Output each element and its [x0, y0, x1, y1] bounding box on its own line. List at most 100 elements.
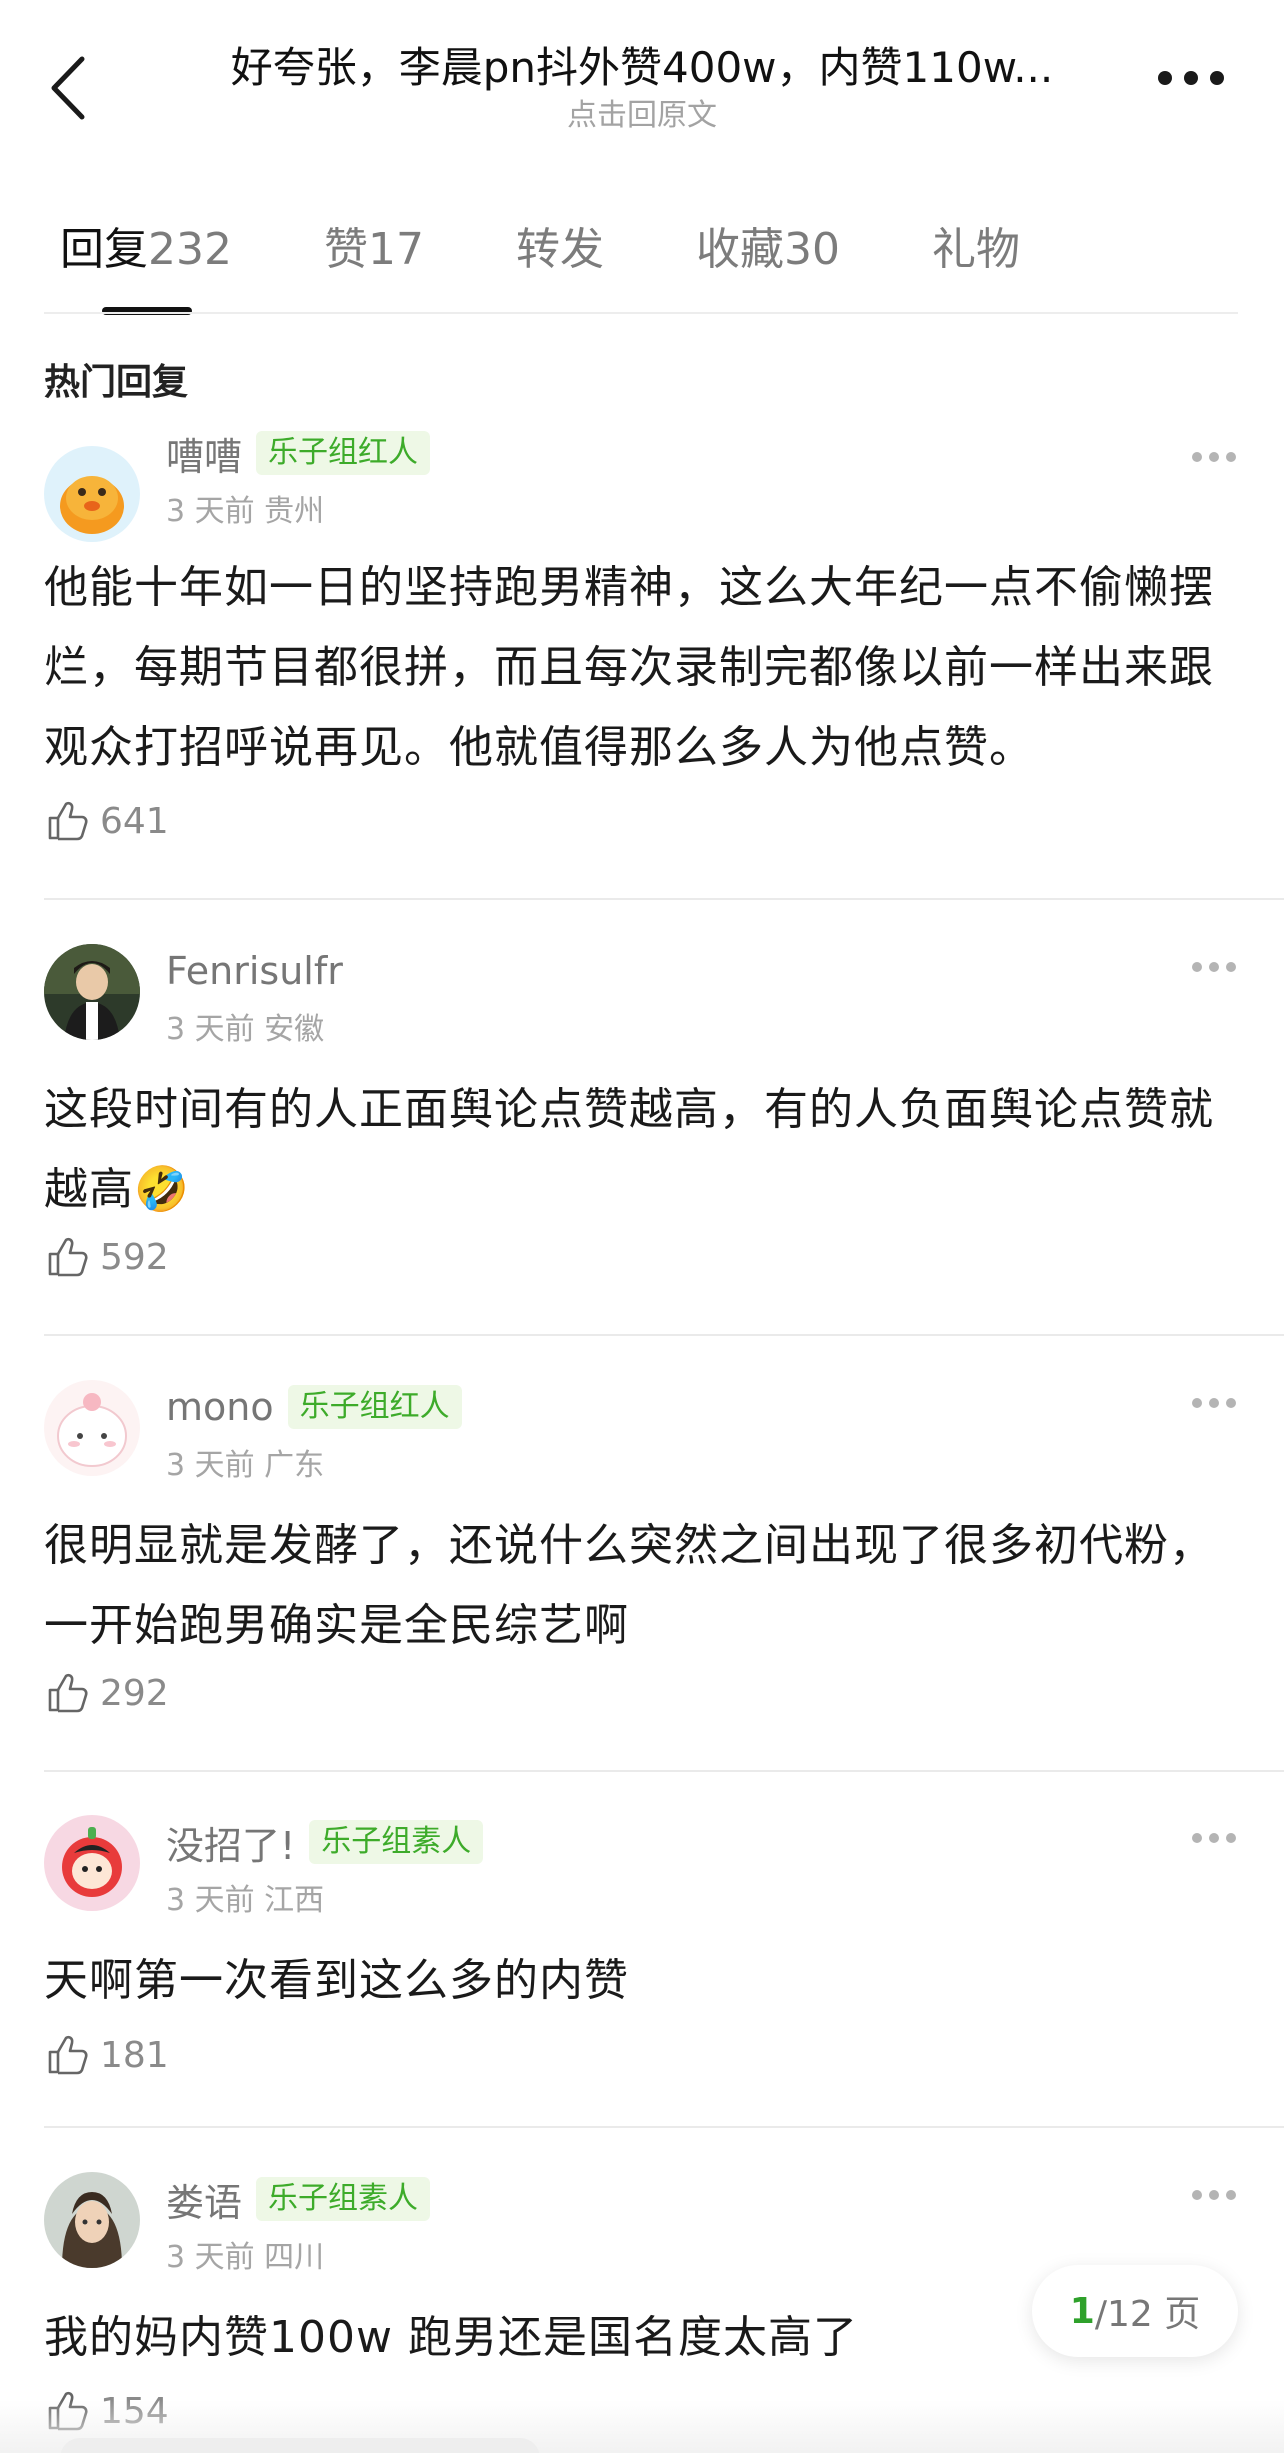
comment-item: 嘈嘈 乐子组红人 3 天前 贵州 他能十年如一日的坚持跑男精神，这么大年纪一点不… [44, 431, 1284, 880]
avatar-image [44, 2172, 140, 2268]
tab-reposts[interactable]: 转发 [516, 215, 604, 315]
user-badge: 乐子组红人 [287, 1385, 462, 1429]
dot-icon [1184, 71, 1198, 85]
avatar-image [44, 446, 140, 542]
like-count: 292 [100, 1672, 169, 1714]
like-button[interactable]: 292 [44, 1670, 169, 1716]
dot-icon [1209, 1398, 1219, 1408]
username[interactable]: 嘈嘈 [166, 426, 242, 481]
section-title: 热门回复 [44, 362, 189, 403]
dot-icon [1192, 1833, 1202, 1843]
time-location: 3 天前 四川 [166, 2240, 325, 2275]
top-bar: 好夸张，李晨pn抖外赞400w，内赞110w... 点击回原文 [0, 0, 1284, 150]
divider [44, 2126, 1284, 2128]
comment-item: mono 乐子组红人 3 天前 广东 很明显就是发酵了，还说什么突然之间出现了很… [44, 1380, 1284, 1770]
thumbs-up-icon [48, 1673, 88, 1713]
comment-text: 他能十年如一日的坚持跑男精神，这么大年纪一点不偷懒摆烂，每期节目都很拼，而且每次… [44, 562, 1214, 773]
page-indicator[interactable]: 1/12 页 [1032, 2265, 1238, 2357]
back-to-original-link[interactable]: 点击回原文 [130, 96, 1154, 136]
tab-label: 收藏 [695, 224, 784, 275]
dot-icon [1209, 452, 1219, 462]
username[interactable]: Fenrisulfr [166, 949, 343, 993]
avatar[interactable] [44, 446, 140, 542]
user-badge: 乐子组素人 [256, 2177, 431, 2221]
dot-icon [1192, 962, 1202, 972]
tab-label: 赞 [323, 224, 368, 275]
comment-more-button[interactable] [1192, 452, 1236, 464]
thumbs-up-icon [48, 2035, 88, 2075]
dot-icon [1158, 71, 1172, 85]
chevron-left-icon [51, 56, 85, 120]
comment-more-button[interactable] [1192, 2190, 1236, 2202]
user-badge: 乐子组红人 [256, 431, 431, 475]
avatar-image [44, 1815, 140, 1911]
dot-icon [1226, 452, 1236, 462]
tab-gifts[interactable]: 礼物 [932, 215, 1020, 315]
username[interactable]: 没招了! [166, 1815, 295, 1870]
tab-count: 232 [148, 224, 232, 275]
tab-label: 回复 [60, 224, 148, 275]
comment-meta: mono 乐子组红人 3 天前 广东 [166, 1380, 462, 1484]
avatar[interactable] [44, 1815, 140, 1911]
user-badge: 乐子组素人 [309, 1820, 484, 1864]
tab-replies[interactable]: 回复232 [60, 215, 232, 315]
time-location: 3 天前 贵州 [166, 494, 325, 529]
dot-icon [1192, 1398, 1202, 1408]
more-options-button[interactable] [1158, 66, 1224, 90]
divider [44, 312, 1238, 314]
header-title-group[interactable]: 好夸张，李晨pn抖外赞400w，内赞110w... 点击回原文 [130, 40, 1154, 136]
comment-more-button[interactable] [1192, 1398, 1236, 1410]
divider [44, 1334, 1284, 1336]
tab-label: 礼物 [931, 224, 1020, 275]
dot-icon [1209, 962, 1219, 972]
like-count: 641 [100, 800, 169, 842]
comment-more-button[interactable] [1192, 962, 1236, 974]
dot-icon [1192, 452, 1202, 462]
thumbs-up-icon [48, 801, 88, 841]
username[interactable]: 娄语 [166, 2172, 242, 2227]
avatar[interactable] [44, 2172, 140, 2268]
dot-icon [1226, 962, 1236, 972]
comment-text: 这段时间有的人正面舆论点赞越高，有的人负面舆论点赞就越高🤣 [44, 1084, 1214, 1215]
comment-more-button[interactable] [1192, 1833, 1236, 1845]
tab-favorites[interactable]: 收藏30 [696, 215, 840, 315]
comment-item: Fenrisulfr 3 天前 安徽 这段时间有的人正面舆论点赞越高，有的人负面… [44, 944, 1284, 1334]
comment-text: 很明显就是发酵了，还说什么突然之间出现了很多初代粉，一开始跑男确实是全民综艺啊 [44, 1520, 1214, 1651]
total-pages: /12 页 [1094, 2294, 1201, 2335]
page-title: 好夸张，李晨pn抖外赞400w，内赞110w... [230, 43, 1054, 92]
like-button[interactable]: 181 [44, 2032, 169, 2078]
dot-icon [1209, 2190, 1219, 2200]
dot-icon [1226, 1398, 1236, 1408]
time-location: 3 天前 安徽 [166, 1012, 325, 1047]
avatar-image [44, 1380, 140, 1476]
divider [44, 898, 1284, 900]
back-button[interactable] [40, 48, 96, 128]
comment-text: 天啊第一次看到这么多的内赞 [44, 1955, 629, 2006]
like-count: 181 [100, 2034, 169, 2076]
comment-meta: 娄语 乐子组素人 3 天前 四川 [166, 2172, 431, 2276]
tab-count: 30 [783, 224, 840, 275]
comment-meta: 没招了! 乐子组素人 3 天前 江西 [166, 1815, 484, 1919]
comment-meta: Fenrisulfr 3 天前 安徽 [166, 944, 343, 1048]
dot-icon [1226, 2190, 1236, 2200]
current-page: 1 [1069, 2290, 1095, 2332]
bottom-reply-bar[interactable] [60, 2438, 540, 2453]
comment-meta: 嘈嘈 乐子组红人 3 天前 贵州 [166, 426, 431, 530]
dot-icon [1209, 1833, 1219, 1843]
avatar[interactable] [44, 1380, 140, 1476]
tab-count: 17 [367, 224, 424, 275]
tab-likes[interactable]: 赞17 [324, 215, 424, 315]
dot-icon [1210, 71, 1224, 85]
dot-icon [1192, 2190, 1202, 2200]
time-location: 3 天前 广东 [166, 1448, 325, 1483]
avatar[interactable] [44, 944, 140, 1040]
tab-label: 转发 [515, 224, 604, 275]
like-count: 592 [100, 1236, 169, 1278]
like-button[interactable]: 592 [44, 1234, 169, 1280]
dot-icon [1226, 1833, 1236, 1843]
username[interactable]: mono [166, 1385, 274, 1429]
thumbs-up-icon [48, 1237, 88, 1277]
time-location: 3 天前 江西 [166, 1883, 325, 1918]
avatar-image [44, 944, 140, 1040]
like-button[interactable]: 641 [44, 798, 169, 844]
